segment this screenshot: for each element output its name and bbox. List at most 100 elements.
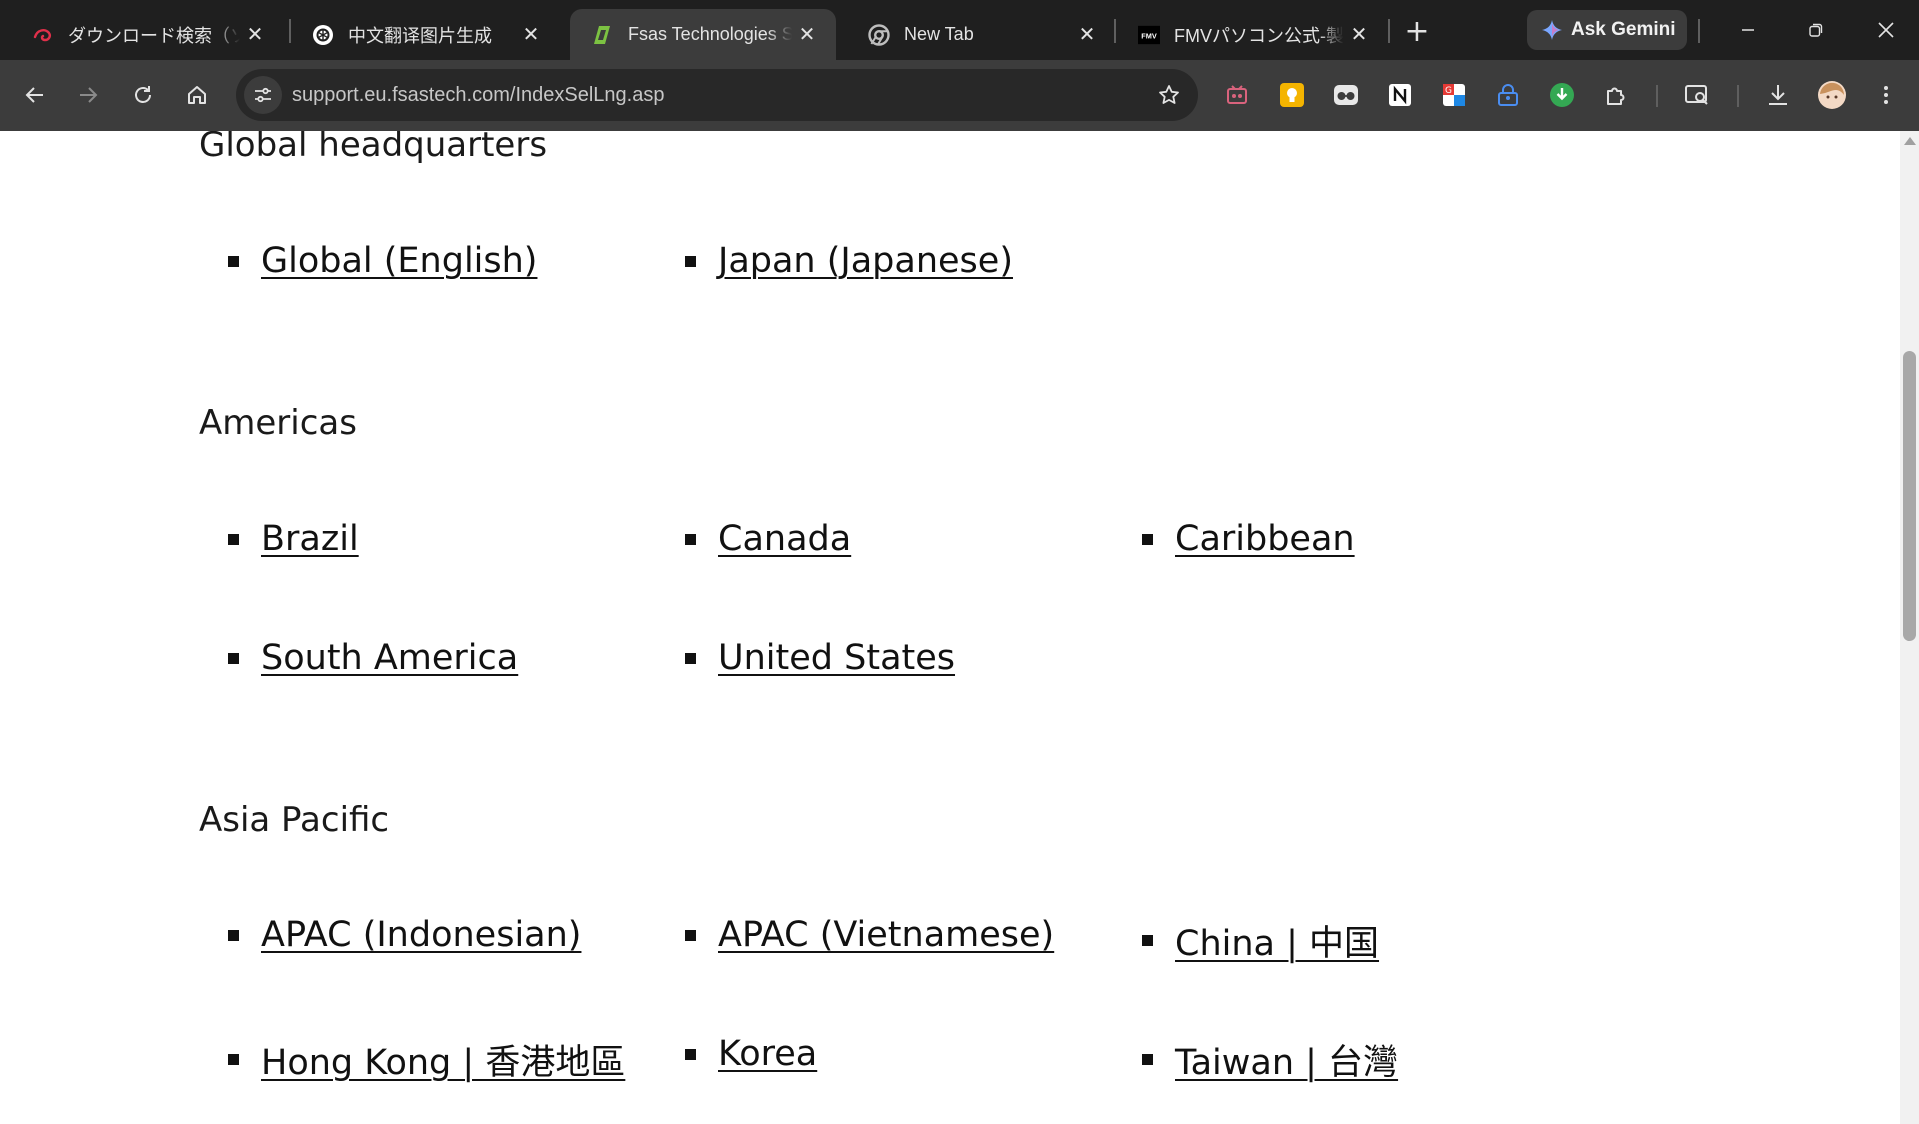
- tab-chinese-translation[interactable]: 中文翻译图片生成 ✕: [290, 9, 560, 60]
- list-item: Canada: [685, 519, 851, 559]
- notion-icon[interactable]: [1383, 78, 1417, 112]
- heading-global-headquarters: Global headquarters: [199, 131, 548, 165]
- star-icon: [1159, 85, 1179, 104]
- minimize-button[interactable]: [1718, 10, 1778, 50]
- fmv-badge-text: FMV: [1141, 31, 1157, 40]
- home-icon: [188, 86, 206, 104]
- bookmark-button[interactable]: [1150, 76, 1188, 114]
- link-south-america[interactable]: South America: [261, 638, 518, 678]
- reload-icon: [135, 86, 151, 103]
- tab-search-icon[interactable]: [1680, 78, 1714, 112]
- list-item: Korea: [685, 1034, 817, 1074]
- back-arrow-icon: [25, 87, 43, 103]
- tab-title: FMVパソコン公式-製品情報: [1174, 25, 1344, 46]
- vertical-scrollbar[interactable]: [1900, 131, 1919, 1124]
- close-tab-icon[interactable]: ✕: [792, 20, 822, 50]
- chrome-icon: [868, 23, 890, 46]
- close-window-button[interactable]: [1856, 10, 1916, 50]
- tab-fmv-products[interactable]: FMV FMVパソコン公式-製品情報 ✕: [1116, 9, 1388, 60]
- link-hong-kong[interactable]: Hong Kong | 香港地區: [261, 1034, 625, 1085]
- glasses-icon[interactable]: [1329, 78, 1363, 112]
- link-china[interactable]: China | 中国: [1175, 915, 1379, 966]
- download-icon[interactable]: [1761, 78, 1795, 112]
- tune-icon: [255, 87, 271, 103]
- link-taiwan[interactable]: Taiwan | 台灣: [1175, 1034, 1398, 1085]
- avatar[interactable]: [1815, 78, 1849, 112]
- openai-icon: [312, 24, 334, 46]
- scroll-up-arrow-icon[interactable]: [1904, 137, 1916, 145]
- page-viewport: Global headquarters Global (English) Jap…: [0, 131, 1900, 1124]
- bullet: [685, 533, 696, 545]
- link-apac-vietnamese[interactable]: APAC (Vietnamese): [718, 915, 1054, 955]
- tab-separator: [1388, 19, 1390, 43]
- bullet: [228, 652, 239, 664]
- forward-button[interactable]: [65, 72, 111, 118]
- puzzle-icon[interactable]: [1599, 78, 1633, 112]
- bullet: [228, 255, 239, 267]
- close-tab-icon[interactable]: ✕: [1344, 20, 1374, 50]
- list-item: Brazil: [228, 519, 359, 559]
- bullet: [685, 652, 696, 664]
- close-tab-icon[interactable]: ✕: [1072, 20, 1102, 50]
- bullet: [1142, 533, 1153, 545]
- bullet: [685, 255, 696, 267]
- gemini-sparkle-icon: [1541, 19, 1563, 41]
- restore-icon: [1809, 23, 1823, 37]
- tab-download-search[interactable]: ダウンロード検索（ソフトウェア） ✕: [10, 9, 284, 60]
- list-item: Global (English): [228, 241, 537, 281]
- lightbulb-icon[interactable]: [1275, 78, 1309, 112]
- link-global-english[interactable]: Global (English): [261, 241, 537, 281]
- scroll-thumb[interactable]: [1903, 351, 1916, 641]
- lock-person-icon[interactable]: [1491, 78, 1525, 112]
- forward-arrow-icon: [80, 87, 98, 103]
- bullet: [1142, 1054, 1153, 1065]
- tab-title: Fsas Technologies Support: [628, 24, 792, 44]
- home-button[interactable]: [174, 72, 220, 118]
- fmv-icon: FMV: [1138, 24, 1160, 46]
- new-tab-button[interactable]: +: [1397, 13, 1437, 49]
- list-item: APAC (Vietnamese): [685, 915, 1054, 955]
- list-item: South America: [228, 638, 518, 678]
- link-canada[interactable]: Canada: [718, 519, 851, 559]
- tab-separator: [1698, 19, 1700, 43]
- link-korea[interactable]: Korea: [718, 1034, 817, 1074]
- close-window-icon: [1878, 22, 1894, 38]
- list-item: Caribbean: [1142, 519, 1355, 559]
- close-tab-icon[interactable]: ✕: [516, 20, 546, 50]
- close-tab-icon[interactable]: ✕: [240, 20, 270, 50]
- more-menu-icon[interactable]: [1869, 78, 1903, 112]
- ask-gemini-label: Ask Gemini: [1571, 19, 1676, 40]
- back-button[interactable]: [12, 72, 58, 118]
- link-apac-indonesian[interactable]: APAC (Indonesian): [261, 915, 581, 955]
- swirl-icon: [32, 24, 54, 46]
- ask-gemini-button[interactable]: Ask Gemini: [1527, 10, 1687, 50]
- list-item: Taiwan | 台灣: [1142, 1034, 1398, 1085]
- site-info-button[interactable]: [244, 76, 282, 114]
- link-japan-japanese[interactable]: Japan (Japanese): [718, 241, 1013, 281]
- tab-title: New Tab: [904, 24, 974, 44]
- link-caribbean[interactable]: Caribbean: [1175, 519, 1355, 559]
- tab-title: 中文翻译图片生成: [348, 25, 492, 46]
- list-item: United States: [685, 638, 955, 678]
- restore-button[interactable]: [1786, 10, 1846, 50]
- toolbar-separator: [1737, 85, 1739, 107]
- address-bar[interactable]: support.eu.fsastech.com/IndexSelLng.asp: [236, 69, 1198, 121]
- fsas-icon: [592, 24, 614, 46]
- toolbar-separator: [1656, 85, 1658, 107]
- browser-toolbar: support.eu.fsastech.com/IndexSelLng.asp …: [0, 60, 1919, 131]
- tab-fsas-support[interactable]: Fsas Technologies Support ✕: [570, 9, 836, 60]
- tab-new-tab[interactable]: New Tab ✕: [846, 9, 1116, 60]
- download-circle-icon[interactable]: [1545, 78, 1579, 112]
- list-item: Hong Kong | 香港地區: [228, 1034, 625, 1085]
- url-text[interactable]: support.eu.fsastech.com/IndexSelLng.asp: [292, 69, 664, 121]
- bullet: [228, 533, 239, 545]
- bullet: [685, 1048, 696, 1060]
- cassette-icon[interactable]: [1220, 78, 1254, 112]
- bullet: [1142, 935, 1153, 946]
- link-united-states[interactable]: United States: [718, 638, 955, 678]
- translate-icon[interactable]: G: [1437, 78, 1471, 112]
- heading-americas: Americas: [199, 403, 357, 443]
- link-brazil[interactable]: Brazil: [261, 519, 359, 559]
- bullet: [228, 929, 239, 941]
- reload-button[interactable]: [120, 72, 166, 118]
